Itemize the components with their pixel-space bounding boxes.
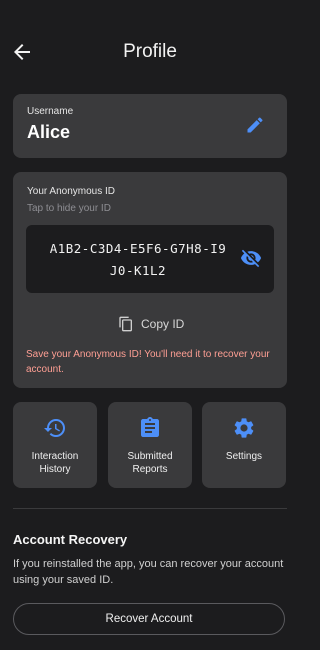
save-id-warning: Save your Anonymous ID! You'll need it t…	[26, 349, 270, 375]
pencil-icon[interactable]	[245, 115, 265, 135]
copy-id-label: Copy ID	[141, 317, 185, 331]
recover-account-button[interactable]: Recover Account	[13, 603, 285, 635]
submitted-reports-button[interactable]: Submitted Reports	[108, 402, 192, 488]
section-divider	[13, 508, 287, 509]
page-title: Profile	[123, 41, 177, 62]
copy-id-button[interactable]: Copy ID	[118, 313, 184, 335]
clipboard-icon	[141, 417, 159, 437]
eye-off-icon[interactable]	[240, 247, 262, 269]
tile-label-line: Settings	[225, 451, 263, 462]
history-icon	[44, 419, 65, 437]
tile-label-line: History	[39, 464, 71, 475]
interaction-history-button[interactable]: Interaction History	[13, 402, 97, 488]
username-label: Username	[27, 106, 74, 117]
anonymous-id-line-1: A1B2-C3D4-E5F6-G7H8-I9	[49, 241, 227, 256]
username-card: Username Alice	[13, 94, 287, 158]
tile-label-line: Submitted	[127, 451, 173, 462]
account-recovery-description: If you reinstalled the app, you can reco…	[13, 558, 284, 586]
app-bar: Profile	[0, 0, 300, 100]
tile-label: Interaction History	[13, 450, 97, 476]
gear-icon	[234, 418, 254, 438]
tile-label-line: Reports	[132, 464, 168, 475]
anonymous-id-hint: Tap to hide your ID	[27, 203, 111, 214]
tile-label: Settings	[202, 450, 286, 463]
settings-button[interactable]: Settings	[202, 402, 286, 488]
account-recovery-title: Account Recovery	[13, 532, 128, 547]
tile-label: Submitted Reports	[108, 450, 192, 476]
tile-label-line: Interaction	[31, 451, 79, 462]
anonymous-id-value: A1B2-C3D4-E5F6-G7H8-I9 J0-K1L2	[38, 238, 238, 282]
anonymous-id-box[interactable]: A1B2-C3D4-E5F6-G7H8-I9 J0-K1L2	[26, 225, 274, 293]
username-value: Alice	[27, 122, 71, 142]
anonymous-id-card: Your Anonymous ID Tap to hide your ID A1…	[13, 172, 287, 388]
anonymous-id-line-2: J0-K1L2	[109, 263, 167, 278]
copy-icon	[119, 316, 132, 332]
anonymous-id-label: Your Anonymous ID	[27, 186, 116, 197]
